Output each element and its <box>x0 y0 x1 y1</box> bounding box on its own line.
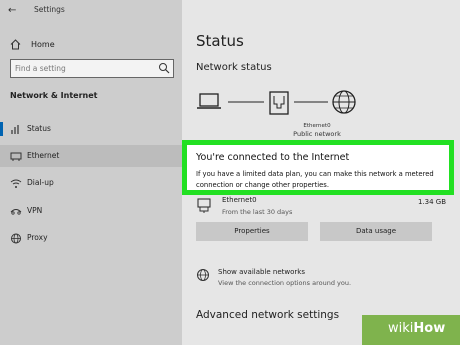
page-title: Status <box>196 32 244 50</box>
sidebar-item-label: Proxy <box>27 233 48 242</box>
connection-period: From the last 30 days <box>222 208 293 216</box>
home-label: Home <box>31 39 55 49</box>
connection-description: If you have a limited data plan, you can… <box>196 170 434 189</box>
properties-button[interactable]: Properties <box>196 222 308 241</box>
globe-icon <box>197 269 209 281</box>
connection-status-callout: You're connected to the Internet If you … <box>182 140 454 195</box>
sidebar-item-label: Dial-up <box>27 178 54 187</box>
watermark-part2: How <box>413 321 446 336</box>
ethernet-port-icon <box>269 91 289 115</box>
data-usage-value: 1.34 GB <box>417 198 446 206</box>
sidebar-item-label: VPN <box>27 206 43 215</box>
selection-accent <box>0 122 3 136</box>
back-arrow-icon[interactable]: ← <box>8 5 16 16</box>
adapter-name: Ethernet0 <box>303 123 331 129</box>
data-usage-button[interactable]: Data usage <box>320 222 432 241</box>
wikihow-watermark: wikiHow <box>362 315 460 345</box>
app-title: Settings <box>34 5 65 14</box>
sidebar: ← Settings Home Find a setting Network &… <box>0 0 182 345</box>
vpn-icon <box>10 209 22 215</box>
network-type: Public network <box>293 130 341 138</box>
watermark-part1: wiki <box>388 321 414 336</box>
sidebar-item-label: Ethernet <box>27 151 60 160</box>
ethernet-icon <box>197 198 211 213</box>
sidebar-item-proxy[interactable]: Proxy <box>0 227 182 249</box>
sidebar-item-ethernet[interactable]: Ethernet <box>0 145 182 167</box>
sidebar-item-dialup[interactable]: Dial-up <box>0 172 182 194</box>
section-header: Network & Internet <box>10 91 98 100</box>
home-icon <box>10 38 21 49</box>
show-networks-title: Show available networks <box>218 268 306 276</box>
network-status-header: Network status <box>196 62 272 73</box>
dialup-icon <box>10 179 22 188</box>
globe-icon <box>332 90 356 114</box>
search-placeholder: Find a setting <box>15 64 66 73</box>
connection-row: Ethernet0 From the last 30 days 1.34 GB <box>196 196 446 220</box>
home-link[interactable]: Home <box>10 37 55 51</box>
sidebar-item-status[interactable]: Status <box>0 118 182 140</box>
connection-name: Ethernet0 <box>222 196 257 204</box>
proxy-icon <box>11 233 21 244</box>
sidebar-item-vpn[interactable]: VPN <box>0 200 182 222</box>
laptop-icon <box>197 93 221 109</box>
ethernet-icon <box>10 152 22 161</box>
connection-headline: You're connected to the Internet <box>196 152 350 163</box>
search-icon[interactable] <box>158 62 170 74</box>
status-icon <box>11 125 19 134</box>
show-networks-subtitle: View the connection options around you. <box>218 279 352 287</box>
search-input[interactable]: Find a setting <box>10 59 174 78</box>
sidebar-item-label: Status <box>27 124 51 133</box>
show-networks-link[interactable]: Show available networks View the connect… <box>196 266 436 290</box>
advanced-settings-header: Advanced network settings <box>196 309 340 321</box>
